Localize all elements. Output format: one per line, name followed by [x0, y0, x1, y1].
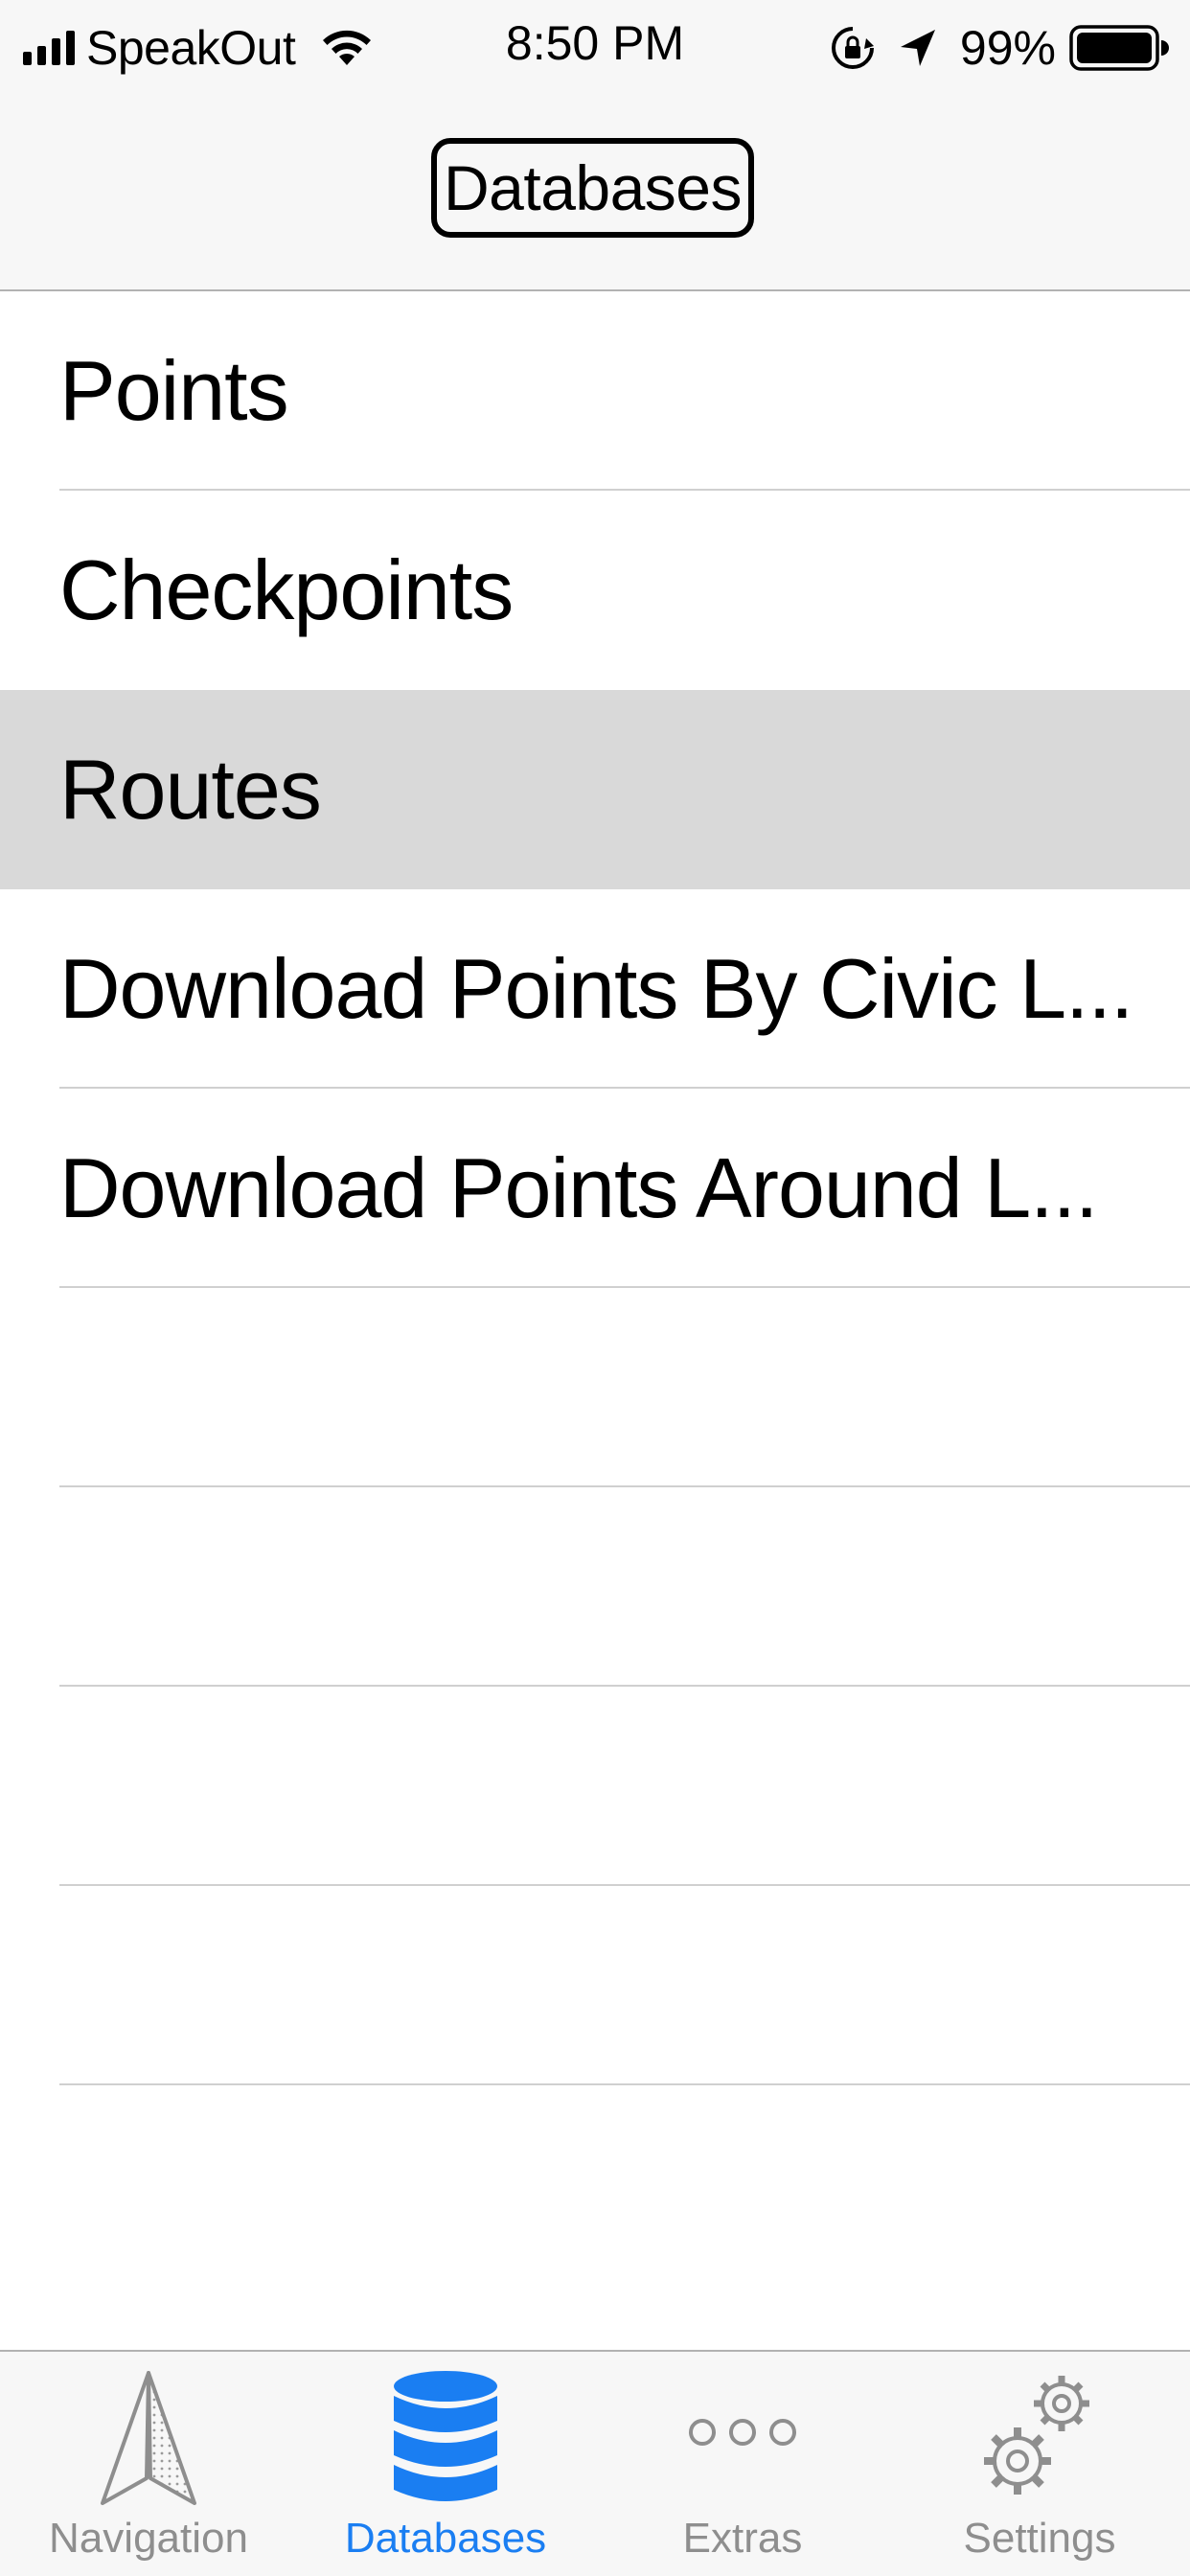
tab-label: Settings [963, 2515, 1116, 2562]
list-item-download-around[interactable]: Download Points Around L... [0, 1089, 1190, 1288]
list-item-empty [0, 2085, 1190, 2143]
tab-label: Databases [344, 2515, 547, 2562]
tab-extras[interactable]: Extras [594, 2352, 891, 2576]
list-item-label: Download Points Around L... [59, 1140, 1098, 1235]
list-item-points[interactable]: Points [0, 291, 1190, 491]
tab-databases[interactable]: Databases [297, 2352, 594, 2576]
list-item-label: Routes [59, 742, 322, 837]
list-item-label [59, 2085, 1133, 2285]
navigation-bar: Databases [0, 96, 1190, 291]
list-item-label: Checkpoints [59, 542, 514, 637]
tab-navigation[interactable]: Navigation [0, 2352, 297, 2576]
battery-percent: 99% [959, 21, 1056, 75]
list-item-label [59, 1288, 1133, 1487]
status-bar: SpeakOut 8:50 PM 99% [0, 0, 1190, 96]
rotation-lock-icon [831, 27, 874, 69]
list-item-label [59, 1687, 1133, 1886]
list-item-download-by-civic[interactable]: Download Points By Civic L... [0, 889, 1190, 1089]
location-arrow-icon [900, 30, 935, 66]
database-list: Points Checkpoints Routes Download Point… [0, 291, 1190, 2143]
list-item-label: Points [59, 343, 289, 438]
tab-bar: Navigation Databases Extras Settings [0, 2350, 1190, 2576]
list-item-empty [0, 1487, 1190, 1687]
tab-label: Extras [682, 2515, 803, 2562]
navigation-arrow-icon [101, 2371, 196, 2505]
status-right: 99% [830, 19, 1169, 77]
tab-label: Navigation [49, 2515, 248, 2562]
page-title: Databases [431, 138, 754, 238]
list-item-checkpoints[interactable]: Checkpoints [0, 491, 1190, 690]
list-item-empty [0, 1687, 1190, 1886]
database-icon [394, 2371, 497, 2501]
tab-settings[interactable]: Settings [891, 2352, 1188, 2576]
battery-icon [1069, 25, 1169, 71]
list-item-routes[interactable]: Routes [0, 690, 1190, 889]
list-item-empty [0, 1886, 1190, 2085]
gears-icon [984, 2376, 1089, 2495]
list-item-label [59, 1487, 1133, 1687]
list-item-empty [0, 1288, 1190, 1487]
list-item-label: Download Points By Civic L... [59, 941, 1133, 1036]
more-dots-icon [689, 2419, 796, 2446]
list-item-label [59, 1886, 1133, 2085]
